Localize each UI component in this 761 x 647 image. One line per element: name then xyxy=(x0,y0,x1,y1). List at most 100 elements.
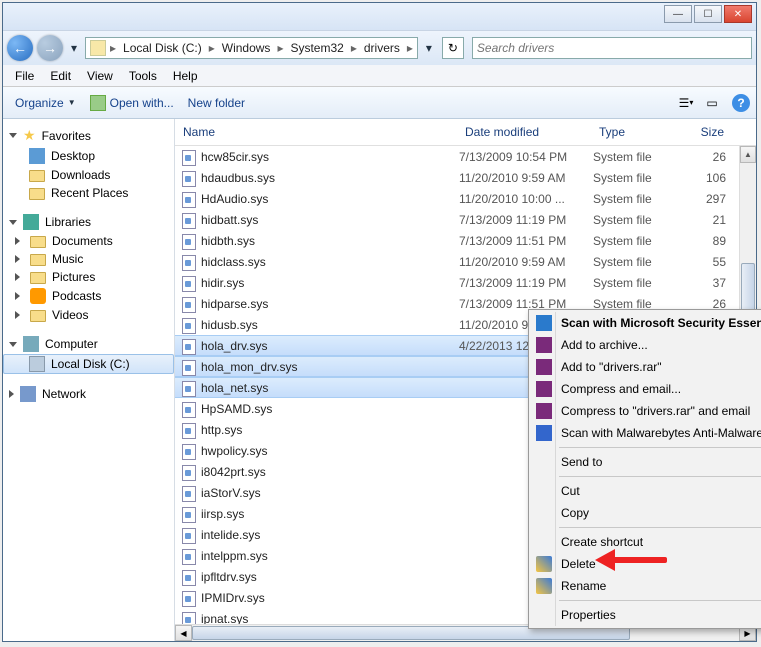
ctx-add-archive[interactable]: Add to archive... xyxy=(531,334,761,356)
file-name: ipfltdrv.sys xyxy=(201,570,459,584)
expand-icon[interactable] xyxy=(15,292,20,300)
sidebar-item-videos[interactable]: Videos xyxy=(3,306,174,324)
file-row[interactable]: HdAudio.sys11/20/2010 10:00 ...System fi… xyxy=(175,188,756,209)
sidebar-item-desktop[interactable]: Desktop xyxy=(3,146,174,166)
sidebar-computer[interactable]: Computer xyxy=(3,334,174,354)
ctx-send-to[interactable]: Send to▶ xyxy=(531,451,761,473)
file-row[interactable]: hcw85cir.sys7/13/2009 10:54 PMSystem fil… xyxy=(175,146,756,167)
expand-icon[interactable] xyxy=(15,311,20,319)
sys-file-icon xyxy=(181,296,197,312)
file-row[interactable]: hidclass.sys11/20/2010 9:59 AMSystem fil… xyxy=(175,251,756,272)
sys-file-icon xyxy=(181,212,197,228)
menu-bar: File Edit View Tools Help xyxy=(3,65,756,87)
file-type: System file xyxy=(593,234,693,248)
organize-button[interactable]: Organize▼ xyxy=(9,92,82,114)
menu-help[interactable]: Help xyxy=(165,67,206,85)
ctx-compress-email[interactable]: Compress and email... xyxy=(531,378,761,400)
new-folder-button[interactable]: New folder xyxy=(182,92,251,114)
file-name: IPMIDrv.sys xyxy=(201,591,459,605)
column-type[interactable]: Type xyxy=(591,123,691,141)
expand-icon[interactable] xyxy=(15,237,20,245)
close-button[interactable]: ✕ xyxy=(724,5,752,23)
ctx-create-shortcut[interactable]: Create shortcut xyxy=(531,531,761,553)
expand-icon[interactable] xyxy=(15,255,20,263)
chevron-right-icon[interactable]: ▸ xyxy=(349,41,359,55)
sys-file-icon xyxy=(181,359,197,375)
folder-icon xyxy=(30,310,46,322)
file-type: System file xyxy=(593,276,693,290)
file-row[interactable]: hdaudbus.sys11/20/2010 9:59 AMSystem fil… xyxy=(175,167,756,188)
maximize-button[interactable]: ☐ xyxy=(694,5,722,23)
ctx-scan-mbam[interactable]: Scan with Malwarebytes Anti-Malware xyxy=(531,422,761,444)
chevron-right-icon[interactable]: ▸ xyxy=(207,41,217,55)
column-name[interactable]: Name xyxy=(175,123,457,141)
minimize-button[interactable]: — xyxy=(664,5,692,23)
shield-icon xyxy=(536,556,552,572)
sidebar-item-pictures[interactable]: Pictures xyxy=(3,268,174,286)
refresh-button[interactable]: ↻ xyxy=(442,37,464,59)
open-with-button[interactable]: Open with... xyxy=(84,91,180,115)
sidebar-item-podcasts[interactable]: Podcasts xyxy=(3,286,174,306)
sidebar: ★Favorites Desktop Downloads Recent Plac… xyxy=(3,119,175,641)
sidebar-favorites[interactable]: ★Favorites xyxy=(3,125,174,146)
ctx-delete[interactable]: Delete xyxy=(531,553,761,575)
preview-pane-button[interactable]: ▭ xyxy=(700,92,724,114)
file-name: iirsp.sys xyxy=(201,507,459,521)
breadcrumb-item[interactable]: drivers xyxy=(359,41,405,55)
sys-file-icon xyxy=(181,380,197,396)
chevron-right-icon[interactable]: ▸ xyxy=(405,41,415,55)
sidebar-item-documents[interactable]: Documents xyxy=(3,232,174,250)
breadcrumb-item[interactable]: System32 xyxy=(285,41,348,55)
sidebar-item-recent[interactable]: Recent Places xyxy=(3,184,174,202)
title-bar: — ☐ ✕ xyxy=(3,3,756,31)
search-box[interactable] xyxy=(472,37,752,59)
sidebar-header-label: Computer xyxy=(45,337,98,351)
star-icon: ★ xyxy=(23,127,36,144)
scroll-up-button[interactable]: ▲ xyxy=(740,146,756,163)
sidebar-network[interactable]: Network xyxy=(3,384,174,404)
chevron-right-icon[interactable]: ▸ xyxy=(108,41,118,55)
menu-file[interactable]: File xyxy=(7,67,42,85)
view-options-button[interactable]: ☰▾ xyxy=(674,92,698,114)
menu-edit[interactable]: Edit xyxy=(42,67,79,85)
breadcrumb-dropdown[interactable]: ▾ xyxy=(422,38,436,58)
breadcrumb-item[interactable]: Windows xyxy=(217,41,276,55)
ctx-scan-mse[interactable]: Scan with Microsoft Security Essentials.… xyxy=(531,312,761,334)
file-row[interactable]: hidbth.sys7/13/2009 11:51 PMSystem file8… xyxy=(175,230,756,251)
ctx-properties[interactable]: Properties xyxy=(531,604,761,626)
breadcrumb[interactable]: ▸ Local Disk (C:) ▸ Windows ▸ System32 ▸… xyxy=(85,37,418,59)
history-dropdown[interactable]: ▾ xyxy=(67,38,81,58)
sidebar-item-local-disk[interactable]: Local Disk (C:) xyxy=(3,354,174,374)
help-button[interactable]: ? xyxy=(732,94,750,112)
menu-tools[interactable]: Tools xyxy=(121,67,165,85)
ctx-copy[interactable]: Copy xyxy=(531,502,761,524)
file-name: http.sys xyxy=(201,423,459,437)
ctx-cut[interactable]: Cut xyxy=(531,480,761,502)
ctx-add-to-rar[interactable]: Add to "drivers.rar" xyxy=(531,356,761,378)
sidebar-item-music[interactable]: Music xyxy=(3,250,174,268)
expand-icon[interactable] xyxy=(15,273,20,281)
file-name: intelppm.sys xyxy=(201,549,459,563)
forward-button[interactable]: → xyxy=(37,35,63,61)
file-name: HpSAMD.sys xyxy=(201,402,459,416)
menu-view[interactable]: View xyxy=(79,67,121,85)
search-input[interactable] xyxy=(477,41,747,55)
breadcrumb-item[interactable]: Local Disk (C:) xyxy=(118,41,207,55)
column-size[interactable]: Size xyxy=(691,123,756,141)
file-date: 7/13/2009 10:54 PM xyxy=(459,150,593,164)
chevron-right-icon[interactable]: ▸ xyxy=(275,41,285,55)
sidebar-item-downloads[interactable]: Downloads xyxy=(3,166,174,184)
file-row[interactable]: hidbatt.sys7/13/2009 11:19 PMSystem file… xyxy=(175,209,756,230)
folder-icon xyxy=(30,272,46,284)
back-button[interactable]: ← xyxy=(7,35,33,61)
scroll-left-button[interactable]: ◀ xyxy=(175,625,192,641)
ctx-compress-to-email[interactable]: Compress to "drivers.rar" and email xyxy=(531,400,761,422)
file-row[interactable]: hidir.sys7/13/2009 11:19 PMSystem file37 xyxy=(175,272,756,293)
sidebar-libraries[interactable]: Libraries xyxy=(3,212,174,232)
ctx-rename[interactable]: Rename xyxy=(531,575,761,597)
sys-file-icon xyxy=(181,590,197,606)
file-list-pane: Name Date modified Type Size hcw85cir.sy… xyxy=(175,119,756,641)
column-date[interactable]: Date modified xyxy=(457,123,591,141)
file-name: hola_drv.sys xyxy=(201,339,459,353)
mbam-icon xyxy=(536,425,552,441)
